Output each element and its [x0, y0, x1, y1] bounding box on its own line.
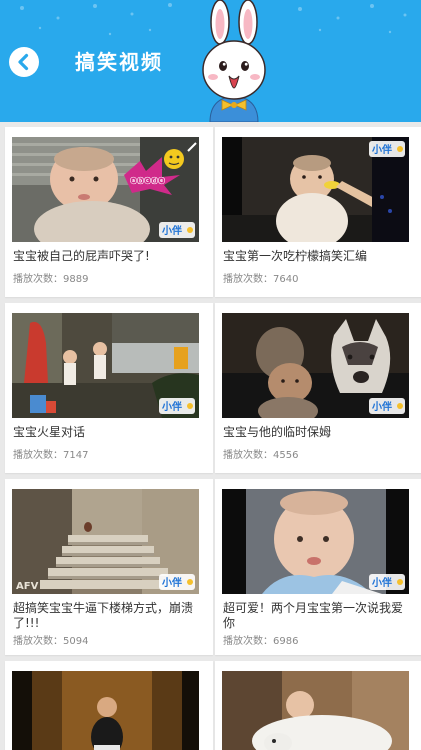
- video-card[interactable]: [5, 661, 213, 750]
- video-card[interactable]: [215, 661, 421, 750]
- video-title: 宝宝被自己的屁声吓哭了!: [13, 249, 150, 263]
- play-count: 播放次数：5094: [13, 635, 193, 649]
- video-card[interactable]: 小伴 超可爱！两个月宝宝第一次说我爱你 播放次数：6986: [215, 479, 421, 655]
- video-thumbnail: AFV 小伴: [12, 489, 199, 594]
- play-count-value: 6986: [273, 636, 299, 647]
- video-grid: ⓐⓑⓒⓓⓔ 小伴 宝宝被自己的屁声吓哭了! 播放次数：9889 小伴 宝宝第一次…: [0, 122, 421, 750]
- play-count-label: 播放次数：: [13, 636, 63, 647]
- video-thumbnail: 小伴: [222, 489, 409, 594]
- play-count: 播放次数：9889: [13, 273, 193, 287]
- play-count-label: 播放次数：: [13, 450, 63, 461]
- play-count-value: 7640: [273, 274, 299, 285]
- video-card[interactable]: 小伴 宝宝火星对话 播放次数：7147: [5, 303, 213, 473]
- video-card[interactable]: AFV 小伴 超搞笑宝宝牛逼下楼梯方式，崩溃了!!! 播放次数：5094: [5, 479, 213, 655]
- watermark-logo-icon: 小伴: [369, 574, 405, 590]
- video-thumbnail: 小伴: [222, 137, 409, 242]
- play-count: 播放次数：4556: [223, 449, 403, 463]
- video-title: 超搞笑宝宝牛逼下楼梯方式，崩溃了!!!: [13, 601, 194, 630]
- play-count-label: 播放次数：: [223, 636, 273, 647]
- svg-text:小伴: 小伴: [161, 576, 182, 589]
- svg-text:小伴: 小伴: [161, 224, 182, 237]
- play-count: 播放次数：7147: [13, 449, 193, 463]
- chevron-left-icon: [18, 53, 29, 71]
- video-card[interactable]: 小伴 宝宝第一次吃柠檬搞笑汇编 播放次数：7640: [215, 127, 421, 297]
- play-count-value: 7147: [63, 450, 89, 461]
- video-card[interactable]: ⓐⓑⓒⓓⓔ 小伴 宝宝被自己的屁声吓哭了! 播放次数：9889: [5, 127, 213, 297]
- play-count-label: 播放次数：: [13, 274, 63, 285]
- app-header: 搞笑视频: [0, 0, 421, 122]
- play-count-value: 5094: [63, 636, 89, 647]
- video-title: 宝宝与他的临时保姆: [223, 425, 332, 439]
- svg-text:小伴: 小伴: [371, 143, 392, 156]
- svg-text:小伴: 小伴: [371, 576, 392, 589]
- back-button[interactable]: [9, 47, 39, 77]
- page-title: 搞笑视频: [75, 50, 163, 74]
- video-thumbnail: 小伴: [222, 313, 409, 418]
- play-count-label: 播放次数：: [223, 450, 273, 461]
- video-thumbnail: [12, 671, 199, 750]
- svg-text:小伴: 小伴: [161, 400, 182, 413]
- video-card[interactable]: 小伴 宝宝与他的临时保姆 播放次数：4556: [215, 303, 421, 473]
- video-title: 宝宝第一次吃柠檬搞笑汇编: [223, 249, 368, 263]
- video-thumbnail: ⓐⓑⓒⓓⓔ 小伴: [12, 137, 199, 242]
- rabbit-mascot-icon: [202, 0, 266, 122]
- watermark-logo-icon: 小伴: [159, 398, 195, 414]
- watermark-logo-icon: 小伴: [159, 222, 195, 238]
- svg-text:AFV: AFV: [16, 581, 39, 592]
- watermark-logo-icon: 小伴: [369, 141, 405, 157]
- video-title: 宝宝火星对话: [13, 425, 86, 439]
- play-count: 播放次数：7640: [223, 273, 403, 287]
- play-count: 播放次数：6986: [223, 635, 403, 649]
- svg-text:ⓐⓑⓒⓓⓔ: ⓐⓑⓒⓓⓔ: [130, 176, 165, 185]
- watermark-logo-icon: 小伴: [369, 398, 405, 414]
- video-title: 超可爱！两个月宝宝第一次说我爱你: [223, 601, 404, 630]
- play-count-value: 4556: [273, 450, 299, 461]
- svg-text:小伴: 小伴: [371, 400, 392, 413]
- video-thumbnail: [222, 671, 409, 750]
- play-count-value: 9889: [63, 274, 89, 285]
- watermark-logo-icon: 小伴: [159, 574, 195, 590]
- video-thumbnail: 小伴: [12, 313, 199, 418]
- play-count-label: 播放次数：: [223, 274, 273, 285]
